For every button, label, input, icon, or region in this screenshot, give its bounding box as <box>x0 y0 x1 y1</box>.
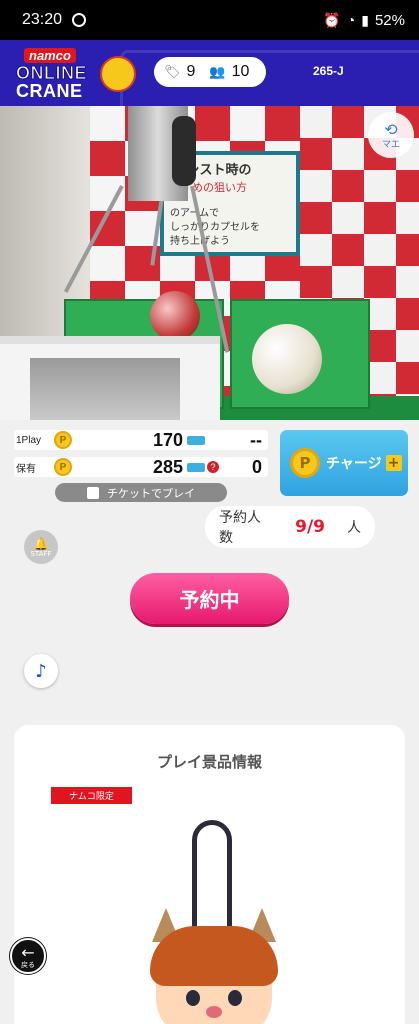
namco-limited-badge: ナムコ限定 <box>51 787 132 804</box>
prize-image <box>144 820 284 1024</box>
system-status-bar: 23:20 ⏰ ◔ ▮ 52% <box>0 0 419 40</box>
tag-icon: 🏷 <box>164 64 181 79</box>
prize-section-title: プレイ景品情報 <box>156 753 262 771</box>
wifi-icon: ◔ <box>346 12 356 28</box>
mascot-icon <box>100 56 136 92</box>
red-capsule <box>150 291 200 341</box>
alarm-icon: ⏰ <box>323 11 341 28</box>
point-coin-icon: P <box>290 448 320 478</box>
point-coin-icon: P <box>54 458 72 476</box>
reserve-button[interactable]: 予約中 <box>130 573 289 624</box>
music-toggle-button[interactable]: ♪ <box>24 654 58 688</box>
crane-camera-view: アシスト時の すすめの狙い方 のアームで しっかりカプセルを 持ち上げよう <box>0 106 419 420</box>
tickets-count: 9 <box>186 63 196 80</box>
music-note-icon: ♪ <box>35 660 47 682</box>
charge-button[interactable]: P チャージ + <box>280 430 408 496</box>
plus-icon: + <box>385 455 402 471</box>
point-coin-icon: P <box>54 431 72 449</box>
staff-call-button[interactable]: 🔔 STAFF <box>24 530 58 564</box>
ticket-play-checkbox[interactable] <box>87 486 99 499</box>
one-play-cost: 170 <box>152 429 183 450</box>
one-play-row: 1Play P 170 -- <box>14 430 268 450</box>
help-icon[interactable]: ? <box>207 461 219 473</box>
clock: 23:20 <box>22 11 63 28</box>
signal-icon: ▮ <box>361 11 369 28</box>
machine-stats: 🏷 9 👥 10 <box>154 57 266 87</box>
prize-chute <box>0 336 220 420</box>
one-play-tickets: -- <box>250 429 262 450</box>
prize-info-card: プレイ景品情報 ナムコ限定 <box>14 725 405 1024</box>
bell-icon: 🔔 <box>33 536 49 551</box>
back-button[interactable]: ← 戻る <box>10 938 46 974</box>
ticket-play-toggle[interactable]: チケットでプレイ <box>55 483 227 502</box>
machine-id: 265-J <box>313 64 344 78</box>
namco-online-crane-logo: namco ONLINE CRANE <box>14 46 136 102</box>
ticket-icon <box>187 435 205 445</box>
people-icon: 👥 <box>209 64 226 79</box>
camera-switch-button[interactable]: ⟲ マエ <box>368 112 414 158</box>
reservation-count: 9/9 <box>295 517 325 537</box>
reservation-count-box: 予約人数 9/9 人 <box>205 506 375 548</box>
owned-row: 保有 P 285 ? 0 <box>14 457 268 477</box>
owned-tickets: 0 <box>251 456 262 477</box>
ticket-icon <box>187 462 205 472</box>
players-count: 10 <box>231 63 250 80</box>
battery-level: 52% <box>374 11 405 29</box>
app-header: namco ONLINE CRANE 🏷 9 👥 10 265-J <box>0 40 419 106</box>
owned-points: 285 <box>152 456 183 477</box>
white-capsule <box>252 324 322 394</box>
notification-icon <box>72 13 87 27</box>
